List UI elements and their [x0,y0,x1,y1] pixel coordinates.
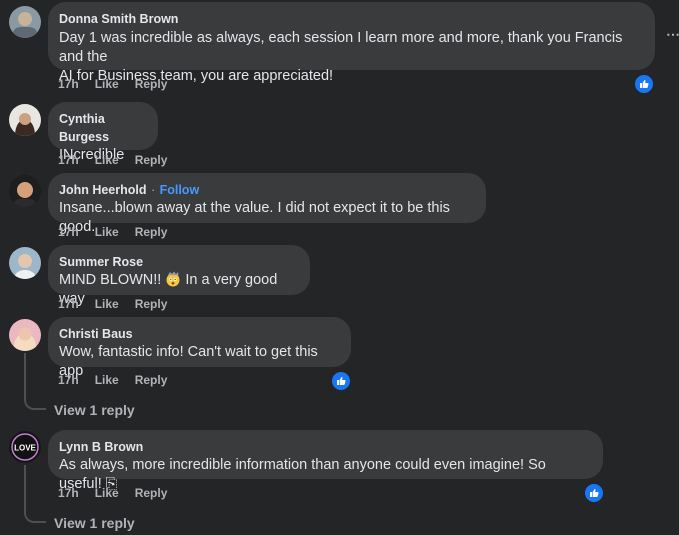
like-reaction-icon[interactable] [583,482,605,504]
comment-actions: 17h Like Reply [58,77,167,91]
thread-connector [24,396,46,410]
reply-button[interactable]: Reply [135,373,168,387]
like-reaction-icon[interactable] [633,73,655,95]
view-replies-link[interactable]: View 1 reply [54,515,135,531]
comment-bubble: Donna Smith Brown Day 1 was incredible a… [48,2,655,84]
avatar-text: LOVE [14,444,36,453]
comment-timestamp[interactable]: 17h [58,225,79,239]
like-button[interactable]: Like [95,297,119,311]
comment-text-part: MIND BLOWN!! [59,272,166,288]
comment-author[interactable]: Donna Smith Brown [59,12,178,26]
thread-line [24,465,26,511]
comment-timestamp[interactable]: 17h [58,153,79,167]
avatar[interactable] [9,247,41,279]
comment-text-line: Day 1 was incredible as always, each ses… [59,30,623,65]
reply-button[interactable]: Reply [135,486,168,500]
view-replies-link[interactable]: View 1 reply [54,402,135,418]
comment-actions: 17h Like Reply [58,153,167,167]
avatar[interactable] [9,319,41,351]
comment-bubble: Summer Rose MIND BLOWN!! In a very good … [48,245,310,307]
reply-button[interactable]: Reply [135,225,168,239]
like-button[interactable]: Like [95,486,119,500]
thread-connector [24,509,46,523]
comment-actions: 17h Like Reply [58,225,167,239]
reply-button[interactable]: Reply [135,77,168,91]
comment-author[interactable]: John Heerhold [59,183,147,197]
comment-bubble: Lynn B Brown As always, more incredible … [48,430,603,492]
comment-bubble: Christi Baus Wow, fantastic info! Can't … [48,317,351,379]
comment-author[interactable]: Lynn B Brown [59,440,143,454]
comment-bubble: John Heerhold · Follow Insane...blown aw… [48,173,486,235]
comment-actions: 17h Like Reply [58,297,167,311]
comment-author[interactable]: Christi Baus [59,327,133,341]
comment-author[interactable]: Cynthia Burgess [59,112,109,144]
comment-actions: 17h Like Reply [58,373,167,387]
like-button[interactable]: Like [95,153,119,167]
like-button[interactable]: Like [95,225,119,239]
like-button[interactable]: Like [95,373,119,387]
more-options-icon[interactable]: ⋯ [666,26,679,43]
avatar[interactable] [9,6,41,38]
comment-timestamp[interactable]: 17h [58,77,79,91]
exploding-head-emoji-icon [166,271,180,287]
avatar[interactable] [9,175,41,207]
reply-button[interactable]: Reply [135,297,168,311]
separator-dot: · [150,183,156,197]
thread-line [24,353,26,398]
avatar[interactable]: LOVE [9,431,41,463]
like-button[interactable]: Like [95,77,119,91]
like-reaction-icon[interactable] [330,370,352,392]
comment-timestamp[interactable]: 17h [58,373,79,387]
follow-link[interactable]: Follow [160,183,200,197]
comment-timestamp[interactable]: 17h [58,486,79,500]
comment-actions: 17h Like Reply [58,486,167,500]
comment-author[interactable]: Summer Rose [59,255,143,269]
comment-timestamp[interactable]: 17h [58,297,79,311]
comment-bubble: Cynthia Burgess INcredible [48,102,158,163]
avatar[interactable] [9,104,41,136]
reply-button[interactable]: Reply [135,153,168,167]
